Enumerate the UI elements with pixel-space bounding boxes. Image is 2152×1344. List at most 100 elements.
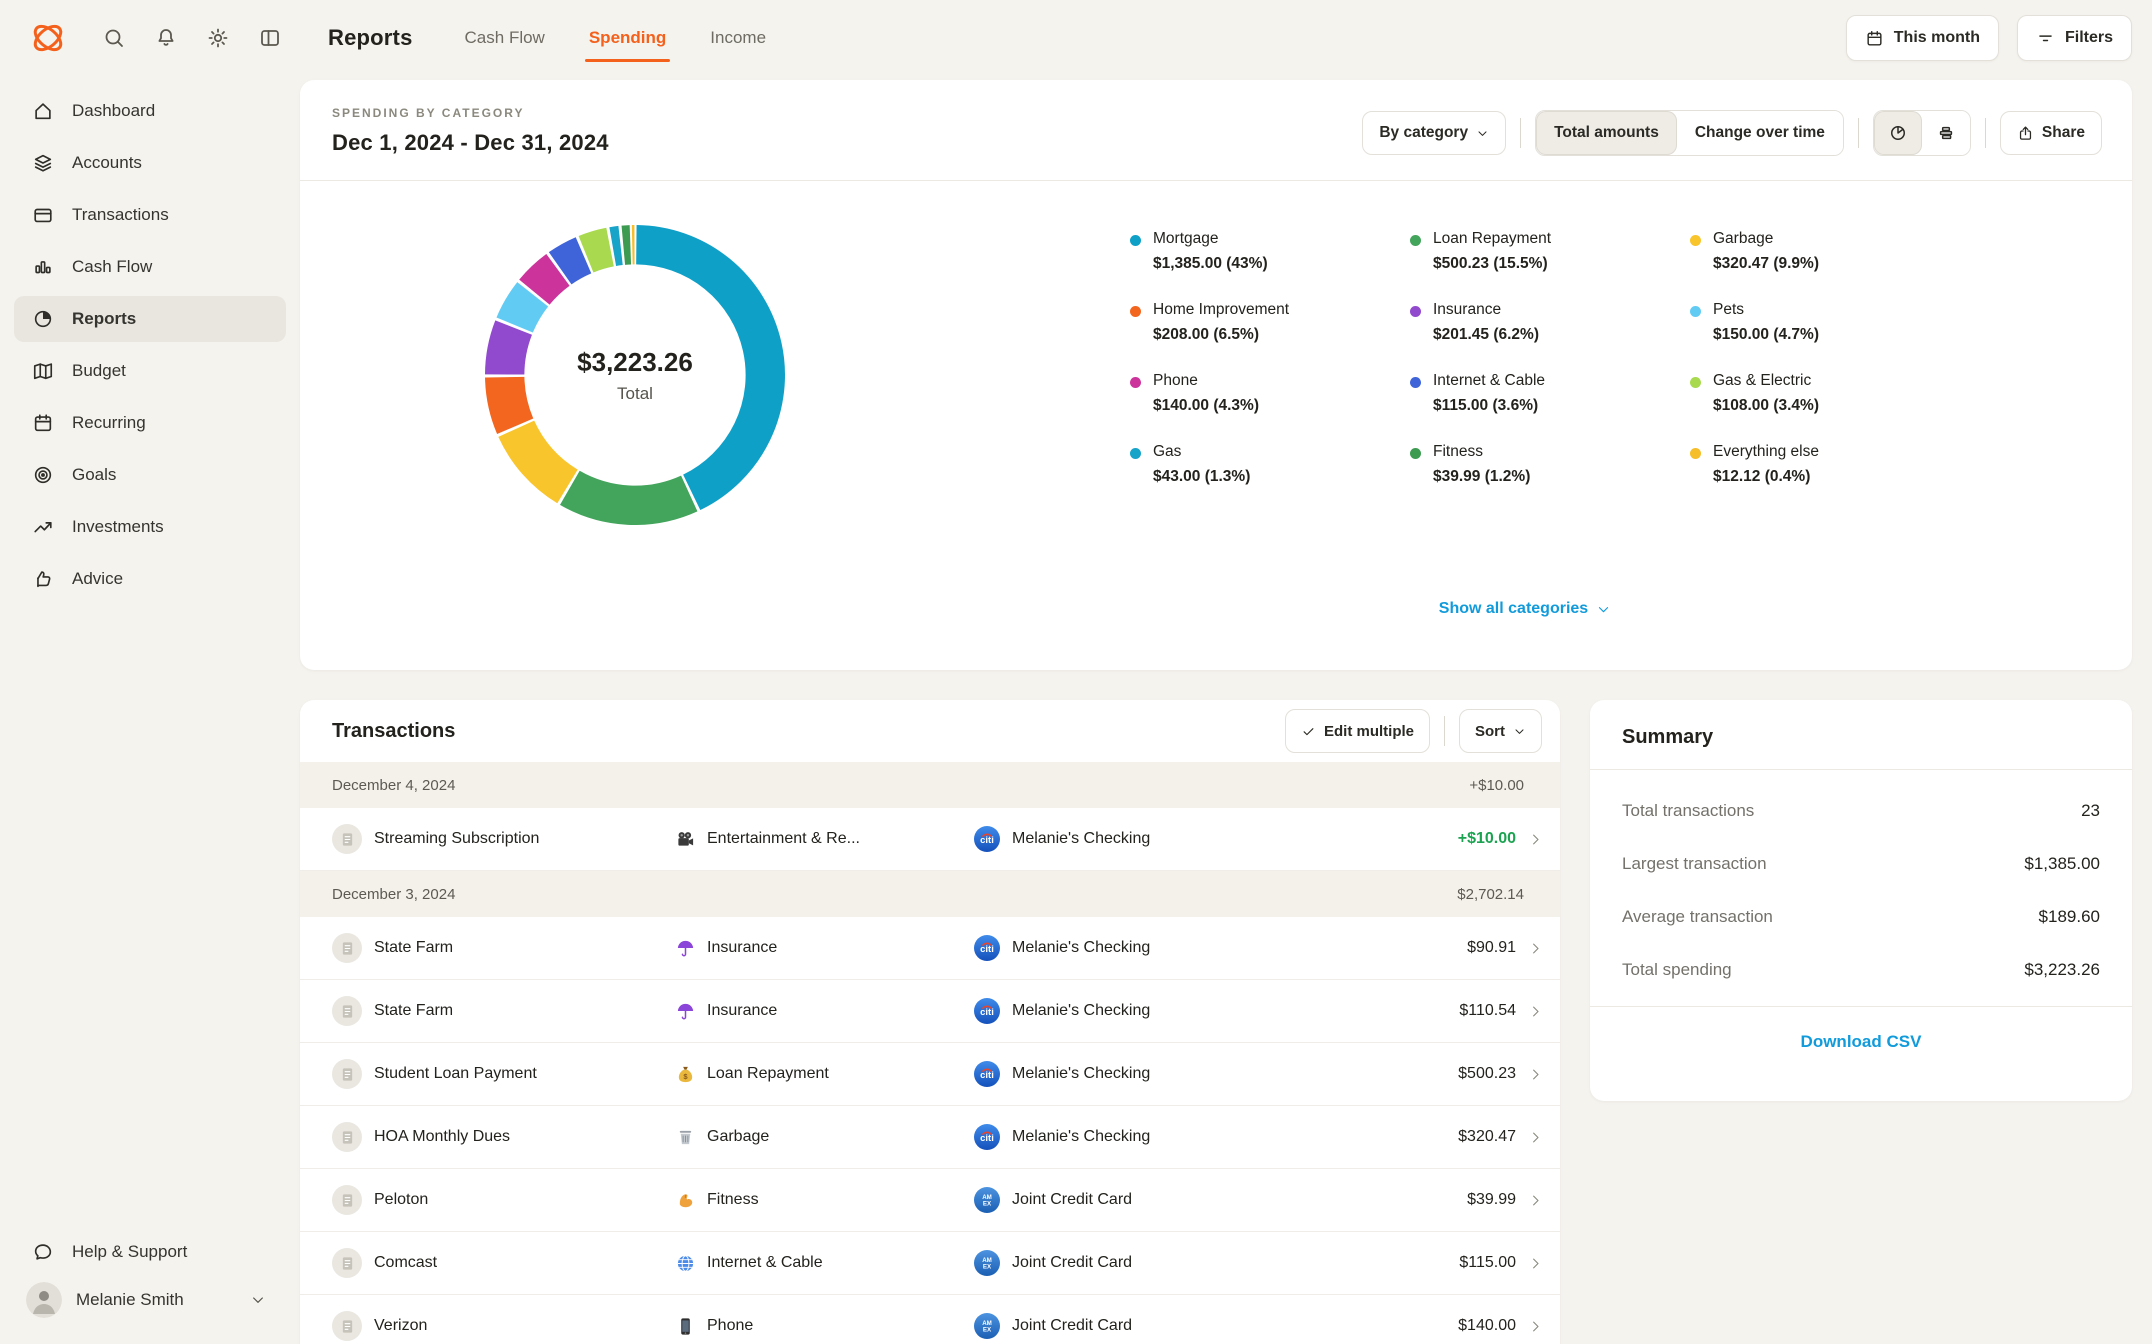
chevron-right-icon[interactable] bbox=[1528, 941, 1543, 956]
sidebar-item-advice[interactable]: Advice bbox=[14, 556, 286, 602]
legend-item-gas-electric[interactable]: Gas & Electric $108.00 (3.4%) bbox=[1690, 372, 1970, 415]
settings-gear-icon[interactable] bbox=[206, 26, 230, 50]
chevron-right-icon[interactable] bbox=[1528, 1256, 1543, 1271]
legend-item-fitness[interactable]: Fitness $39.99 (1.2%) bbox=[1410, 443, 1690, 486]
legend-item-insurance[interactable]: Insurance $201.45 (6.2%) bbox=[1410, 301, 1690, 344]
svg-text:EX: EX bbox=[983, 1264, 992, 1271]
donut-slice-garbage[interactable]: Garbage $320.47 (9.9%) bbox=[498, 420, 579, 504]
transaction-row[interactable]: State Farm Insurance citi Melanie's Chec… bbox=[300, 917, 1560, 980]
user-menu[interactable]: Melanie Smith bbox=[14, 1274, 286, 1326]
chevron-right-icon[interactable] bbox=[1528, 1004, 1543, 1019]
legend-color-dot bbox=[1130, 377, 1141, 388]
sidebar-item-goals[interactable]: Goals bbox=[14, 452, 286, 498]
spending-report-card: SPENDING BY CATEGORY Dec 1, 2024 - Dec 3… bbox=[300, 80, 2132, 670]
transaction-amount: $115.00 bbox=[1459, 1254, 1516, 1271]
chart-type-segmented-control bbox=[1872, 110, 1971, 156]
tab-cash-flow[interactable]: Cash Flow bbox=[465, 0, 545, 76]
donut-slice-loan-repayment[interactable]: Loan Repayment $500.23 (15.5%) bbox=[560, 470, 698, 525]
transaction-row[interactable]: Streaming Subscription Entertainment & R… bbox=[300, 808, 1560, 871]
amex-logo: AM EX bbox=[974, 1187, 1000, 1213]
report-date-range: Dec 1, 2024 - Dec 31, 2024 bbox=[332, 130, 609, 155]
transaction-row[interactable]: State Farm Insurance citi Melanie's Chec… bbox=[300, 980, 1560, 1043]
receipt-icon bbox=[332, 1185, 362, 1215]
sidebar-item-help-support[interactable]: Help & Support bbox=[14, 1230, 286, 1274]
transaction-row[interactable]: HOA Monthly Dues Garbage citi Melanie's … bbox=[300, 1106, 1560, 1169]
sidebar-item-transactions[interactable]: Transactions bbox=[14, 192, 286, 238]
filters-button[interactable]: Filters bbox=[2016, 15, 2132, 61]
citi-logo: citi bbox=[974, 826, 1000, 852]
search-icon[interactable] bbox=[102, 26, 126, 50]
sidebar-toggle-icon[interactable] bbox=[258, 26, 282, 50]
transactions-list: December 4, 2024 +$10.00 Streaming Subsc… bbox=[300, 762, 1560, 1344]
group-by-dropdown[interactable]: By category bbox=[1362, 111, 1507, 155]
legend-item-loan-repayment[interactable]: Loan Repayment $500.23 (15.5%) bbox=[1410, 230, 1690, 273]
view-mode-segmented-control: Total amounts Change over time bbox=[1535, 110, 1844, 156]
donut-slice-pets[interactable]: Pets $150.00 (4.7%) bbox=[496, 282, 549, 334]
pie-icon bbox=[32, 308, 54, 330]
donut-chart[interactable]: Mortgage $1,385.00 (43%)Loan Repayment $… bbox=[485, 225, 785, 525]
svg-text:EX: EX bbox=[983, 1327, 992, 1334]
transaction-row[interactable]: Peloton Fitness AM EX Joint Credit Card $… bbox=[300, 1169, 1560, 1232]
donut-slice-insurance[interactable]: Insurance $201.45 (6.2%) bbox=[485, 320, 533, 376]
chevron-right-icon[interactable] bbox=[1528, 1193, 1543, 1208]
map-icon bbox=[32, 360, 54, 382]
chevron-right-icon[interactable] bbox=[1528, 1319, 1543, 1334]
notifications-bell-icon[interactable] bbox=[154, 26, 178, 50]
legend-item-internet-cable[interactable]: Internet & Cable $115.00 (3.6%) bbox=[1410, 372, 1690, 415]
show-all-categories-link[interactable]: Show all categories bbox=[1405, 600, 1645, 618]
globe-icon bbox=[676, 1254, 695, 1273]
svg-text:citi: citi bbox=[980, 944, 994, 955]
donut-slice-home-improvement[interactable]: Home Improvement $208.00 (6.5%) bbox=[485, 376, 534, 434]
pie-chart-toggle[interactable] bbox=[1873, 111, 1922, 155]
sidebar-item-cash-flow[interactable]: Cash Flow bbox=[14, 244, 286, 290]
legend-item-pets[interactable]: Pets $150.00 (4.7%) bbox=[1690, 301, 1970, 344]
sort-button[interactable]: Sort bbox=[1459, 709, 1542, 753]
transaction-row[interactable]: Verizon Phone AM EX Joint Credit Card $14… bbox=[300, 1295, 1560, 1344]
sidebar-item-investments[interactable]: Investments bbox=[14, 504, 286, 550]
legend-item-home-improvement[interactable]: Home Improvement $208.00 (6.5%) bbox=[1130, 301, 1410, 344]
citi-logo: citi bbox=[974, 935, 1000, 961]
view-change-over-time[interactable]: Change over time bbox=[1676, 111, 1843, 155]
legend-item-phone[interactable]: Phone $140.00 (4.3%) bbox=[1130, 372, 1410, 415]
legend-color-dot bbox=[1130, 448, 1141, 459]
donut-slice-phone[interactable]: Phone $140.00 (4.3%) bbox=[519, 254, 571, 306]
chevron-down-icon bbox=[250, 1292, 266, 1308]
legend-item-garbage[interactable]: Garbage $320.47 (9.9%) bbox=[1690, 230, 1970, 273]
donut-slice-gas[interactable]: Gas $43.00 (1.3%) bbox=[609, 225, 623, 267]
date-range-button[interactable]: This month bbox=[1845, 15, 1999, 61]
view-total-amounts[interactable]: Total amounts bbox=[1536, 111, 1677, 155]
donut-slice-internet-cable[interactable]: Internet & Cable $115.00 (3.6%) bbox=[548, 237, 592, 285]
chevron-right-icon[interactable] bbox=[1528, 1130, 1543, 1145]
edit-multiple-button[interactable]: Edit multiple bbox=[1285, 709, 1430, 753]
chevron-down-icon bbox=[1476, 127, 1489, 140]
sidebar-item-recurring[interactable]: Recurring bbox=[14, 400, 286, 446]
donut-slice-gas-electric[interactable]: Gas & Electric $108.00 (3.4%) bbox=[578, 227, 615, 273]
transaction-row[interactable]: Student Loan Payment $ Loan Repayment ci… bbox=[300, 1043, 1560, 1106]
tab-income[interactable]: Income bbox=[710, 0, 766, 76]
divider bbox=[1444, 716, 1445, 746]
download-csv-link[interactable]: Download CSV bbox=[1590, 1007, 2132, 1077]
umbrella-icon bbox=[676, 1002, 695, 1021]
receipt-icon bbox=[332, 933, 362, 963]
legend-item-everything-else[interactable]: Everything else $12.12 (0.4%) bbox=[1690, 443, 1970, 486]
chevron-right-icon[interactable] bbox=[1528, 1067, 1543, 1082]
sidebar-item-reports[interactable]: Reports bbox=[14, 296, 286, 342]
transaction-amount: $110.54 bbox=[1459, 1002, 1516, 1019]
monarch-logo-icon[interactable] bbox=[26, 16, 70, 60]
amex-logo: AM EX bbox=[974, 1250, 1000, 1276]
chevron-right-icon[interactable] bbox=[1528, 832, 1543, 847]
summary-row: Largest transaction $1,385.00 bbox=[1622, 853, 2100, 873]
tab-spending[interactable]: Spending bbox=[584, 0, 671, 76]
sidebar-item-budget[interactable]: Budget bbox=[14, 348, 286, 394]
donut-slice-mortgage[interactable]: Mortgage $1,385.00 (43%) bbox=[635, 225, 785, 511]
bar-chart-toggle[interactable] bbox=[1921, 111, 1970, 155]
sidebar-item-accounts[interactable]: Accounts bbox=[14, 140, 286, 186]
transaction-row[interactable]: Comcast Internet & Cable AM EX Joint Cred… bbox=[300, 1232, 1560, 1295]
target-icon bbox=[32, 464, 54, 486]
sidebar-item-dashboard[interactable]: Dashboard bbox=[14, 88, 286, 134]
receipt-icon bbox=[332, 996, 362, 1026]
share-button[interactable]: Share bbox=[1999, 111, 2102, 155]
legend-item-mortgage[interactable]: Mortgage $1,385.00 (43%) bbox=[1130, 230, 1410, 273]
legend-item-gas[interactable]: Gas $43.00 (1.3%) bbox=[1130, 443, 1410, 486]
receipt-icon bbox=[332, 1122, 362, 1152]
